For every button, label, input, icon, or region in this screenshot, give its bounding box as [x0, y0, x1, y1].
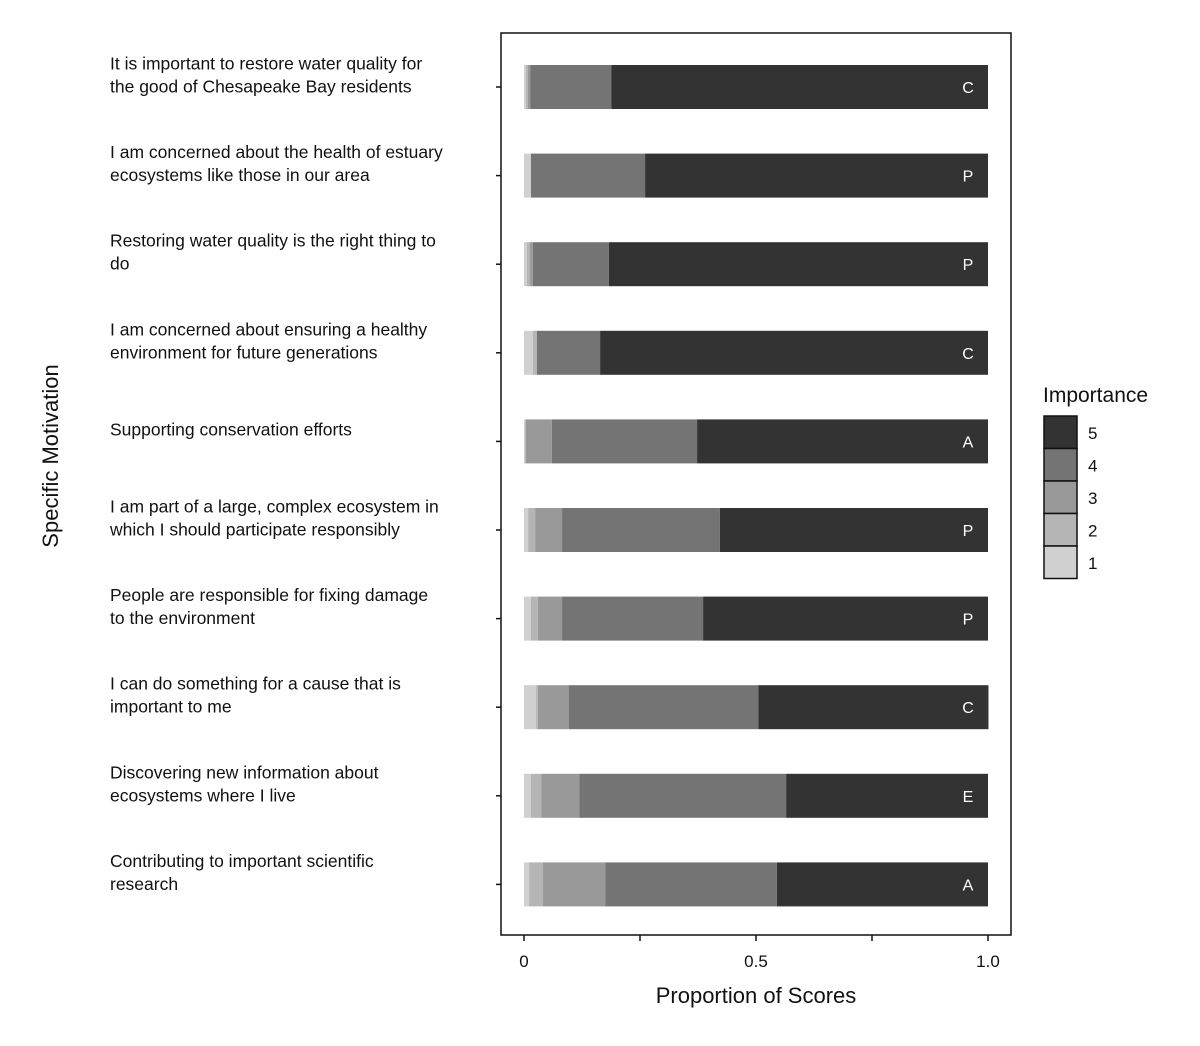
bar-segment-importance-1: [524, 419, 525, 464]
bar-segment-importance-4: [562, 596, 704, 641]
bar-segment-importance-1: [524, 153, 531, 198]
category-label: Supporting conservation efforts: [110, 419, 352, 439]
bar-segment-importance-1: [524, 685, 537, 730]
category-label: environment for future generations: [110, 342, 378, 362]
bar-tag-label: P: [963, 612, 974, 629]
bar-segment-importance-4: [551, 419, 698, 464]
bar-segment-importance-5: [611, 65, 988, 109]
bar-segment-importance-1: [524, 65, 526, 109]
bar-segment-importance-4: [579, 773, 787, 818]
category-label: I can do something for a cause that is: [110, 674, 401, 694]
category-label: I am part of a large, complex ecosystem …: [110, 497, 439, 517]
bar-segment-importance-1: [524, 508, 529, 552]
bar-segment-importance-3: [535, 508, 563, 552]
bar-segment-importance-4: [605, 862, 777, 907]
bar-segment-importance-3: [541, 773, 580, 818]
bar-segment-importance-3: [525, 419, 552, 464]
bar-tag-label: A: [963, 877, 974, 894]
bar-segment-importance-4: [562, 508, 720, 552]
legend-swatch-2: [1043, 512, 1078, 547]
category-label: important to me: [110, 697, 232, 717]
legend-label: 1: [1088, 554, 1097, 573]
bar-segment-importance-1: [524, 330, 533, 375]
category-label: research: [110, 874, 178, 894]
bar-segment-importance-5: [608, 242, 988, 287]
legend-swatch-5: [1043, 415, 1078, 450]
y-axis-title: Specific Motivation: [38, 364, 63, 547]
legend: 5 4 3 2 1: [1043, 415, 1097, 580]
bar-segment-importance-2: [532, 330, 537, 375]
legend-title: Importance: [1043, 384, 1148, 407]
legend-label: 2: [1088, 522, 1097, 541]
category-label: to the environment: [110, 608, 255, 628]
bar-segment-importance-5: [703, 596, 988, 641]
category-label: ecosystems like those in our area: [110, 165, 370, 185]
bar-segment-importance-5: [786, 773, 988, 818]
category-label: Discovering new information about: [110, 762, 379, 782]
category-label: People are responsible for fixing damage: [110, 585, 428, 605]
legend-label: 5: [1088, 424, 1097, 443]
bar-tag-label: E: [963, 789, 974, 806]
bar-segment-importance-2: [528, 508, 536, 552]
bar-segment-importance-1: [524, 862, 530, 907]
bar-tag-label: A: [963, 434, 974, 451]
category-label: do: [110, 254, 129, 274]
bar-segment-importance-4: [532, 242, 609, 287]
bar-segment-importance-5: [758, 685, 989, 730]
bar-segment-importance-1: [524, 596, 531, 641]
bar-segment-importance-4: [530, 153, 646, 198]
category-label: I am concerned about the health of estua…: [110, 142, 443, 162]
bar-segment-importance-5: [600, 330, 988, 375]
bar-tag-label: P: [963, 169, 974, 186]
bar-tag-label: C: [962, 700, 974, 717]
bar-segment-importance-1: [524, 242, 527, 287]
x-axis-title: Proportion of Scores: [656, 983, 857, 1008]
category-label: which I should participate responsibly: [109, 520, 400, 540]
bar-segment-importance-1: [524, 773, 531, 818]
bar-segment-importance-5: [776, 862, 988, 907]
x-tick-label: 0: [519, 952, 528, 971]
bar-segment-importance-5: [719, 508, 988, 552]
bar-segment-importance-2: [524, 419, 526, 464]
bar-segment-importance-2: [529, 862, 544, 907]
legend-swatch-1: [1043, 545, 1078, 580]
legend-swatch-3: [1043, 480, 1078, 515]
bar-segment-importance-2: [530, 596, 538, 641]
bar-segment-importance-5: [697, 419, 988, 464]
bar-segment-importance-3: [543, 862, 606, 907]
category-label: It is important to restore water quality…: [110, 54, 422, 74]
category-label: I am concerned about ensuring a healthy: [110, 319, 427, 339]
category-label: ecosystems where I live: [110, 785, 296, 805]
category-label: Restoring water quality is the right thi…: [110, 231, 436, 251]
bar-segment-importance-4: [569, 685, 759, 730]
legend-swatch-4: [1043, 447, 1078, 482]
bar-tag-label: P: [963, 523, 974, 540]
bar-segment-importance-4: [536, 330, 601, 375]
bar-segment-importance-4: [530, 65, 612, 109]
bar-segment-importance-2: [530, 773, 542, 818]
x-tick-label: 1.0: [976, 952, 1000, 971]
bar-tag-label: P: [963, 257, 974, 274]
x-tick-label: 0.5: [744, 952, 768, 971]
stacked-bar-chart: C P P C A P P C E A It is important to restore wa…: [38, 32, 1148, 1008]
bar-segment-importance-2: [536, 685, 538, 730]
bar-segment-importance-2: [525, 65, 528, 109]
bar-segment-importance-3: [537, 685, 570, 730]
bar-segment-importance-3: [537, 596, 563, 641]
bar-segment-importance-2: [526, 242, 531, 287]
category-label: the good of Chesapeake Bay residents: [110, 77, 412, 97]
bar-segment-importance-3: [527, 65, 531, 109]
bar-tag-label: C: [962, 80, 974, 97]
legend-label: 4: [1088, 457, 1097, 476]
bar-segment-importance-3: [530, 242, 533, 287]
bar-tag-label: C: [962, 346, 974, 363]
bar-segment-importance-5: [645, 153, 988, 198]
category-label: Contributing to important scientific: [110, 851, 374, 871]
legend-label: 3: [1088, 489, 1097, 508]
